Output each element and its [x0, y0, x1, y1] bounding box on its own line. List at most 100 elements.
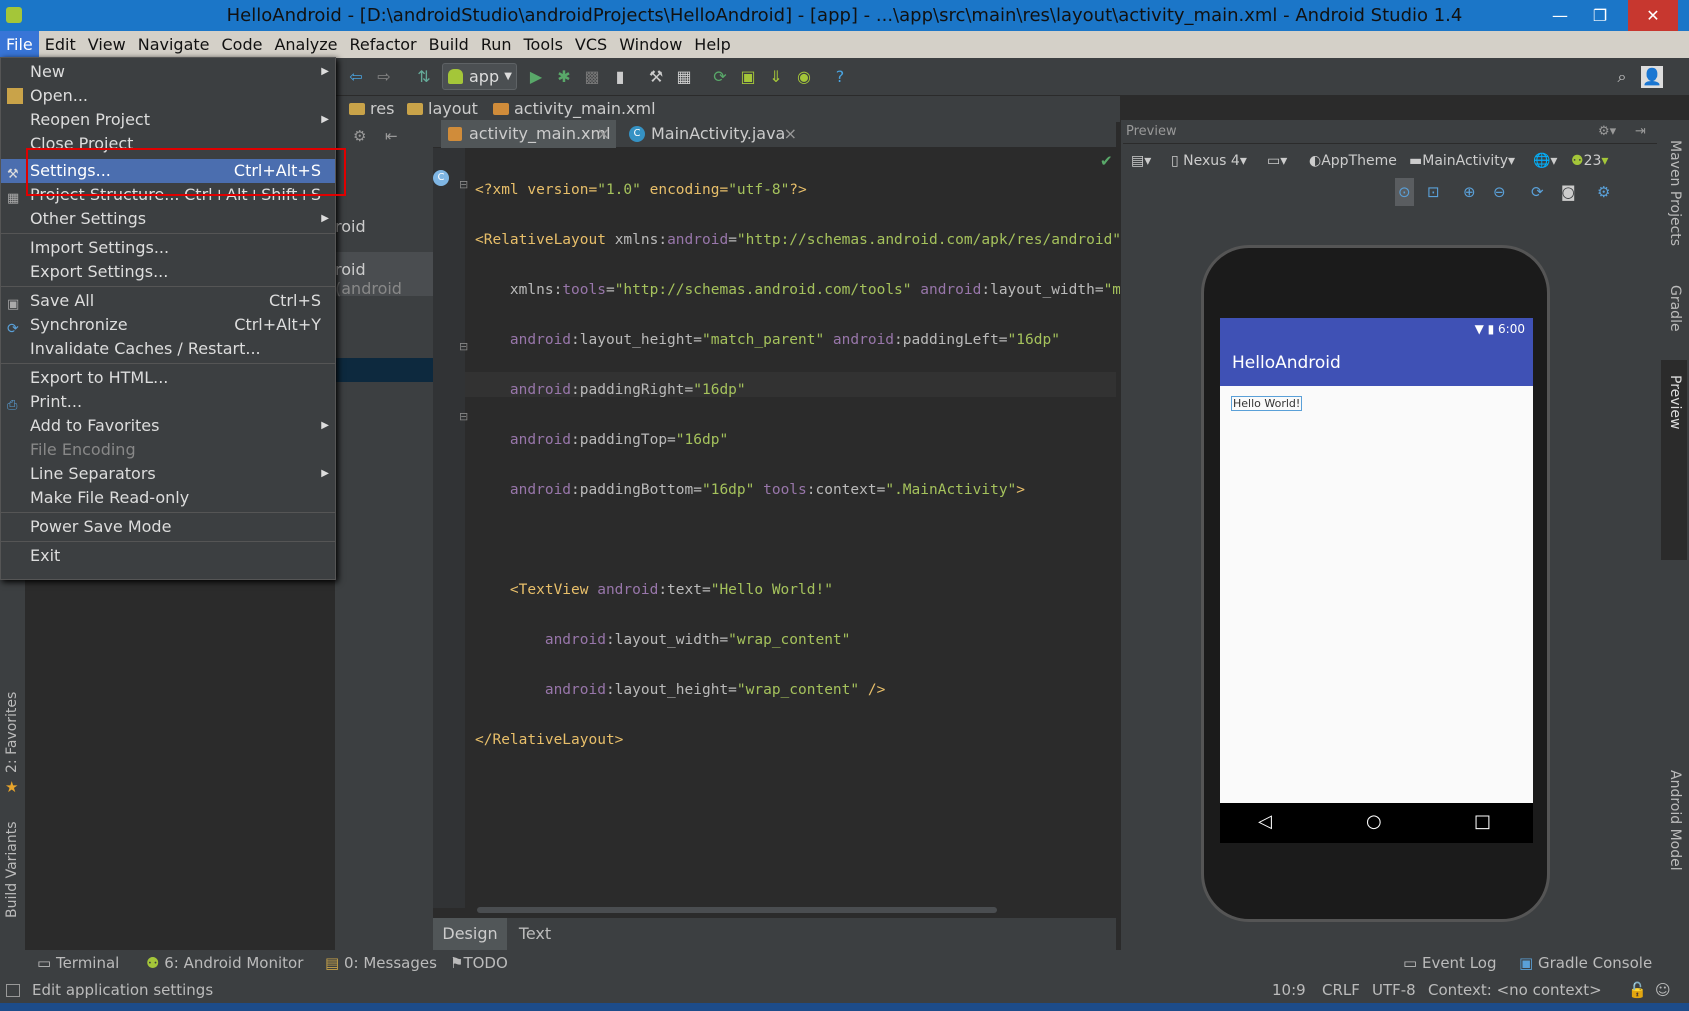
event-log-tool-button[interactable]: ▭ Event Log: [1403, 954, 1497, 972]
menu-item-print[interactable]: ⎙ Print...: [1, 390, 335, 414]
run-config-select[interactable]: app ▼: [442, 63, 517, 90]
project-tree-item-selected[interactable]: roid (android: [335, 252, 433, 298]
menu-item-export-html[interactable]: Export to HTML...: [1, 366, 335, 390]
hello-world-textview[interactable]: Hello World!: [1231, 396, 1303, 411]
design-surface-icon[interactable]: ▤▾: [1131, 146, 1151, 176]
menu-refactor[interactable]: Refactor: [344, 31, 423, 58]
menu-item-export-settings[interactable]: Export Settings...: [1, 260, 335, 284]
toggle-tool-windows-icon[interactable]: [6, 984, 20, 997]
avd-manager-icon[interactable]: ▣: [737, 66, 759, 88]
close-button[interactable]: ✕: [1628, 0, 1678, 31]
tab-activity-main[interactable]: activity_main.xml ×: [441, 120, 616, 148]
gradle-console-tool-button[interactable]: ▣ Gradle Console: [1519, 954, 1652, 972]
project-structure-icon[interactable]: ⚒: [645, 66, 667, 88]
zoom-in-icon[interactable]: ⊕: [1463, 178, 1476, 206]
menu-item-save-all[interactable]: ▣ Save All Ctrl+S: [1, 289, 335, 313]
settings-icon[interactable]: ⚙: [1597, 178, 1610, 206]
menu-item-open[interactable]: Open...: [1, 84, 335, 108]
fold-icon[interactable]: ⊟: [459, 410, 468, 423]
attach-debugger-icon[interactable]: ▩: [581, 66, 603, 88]
sync-gradle-icon[interactable]: ⟳: [709, 66, 731, 88]
locale-icon[interactable]: 🌐▾: [1533, 146, 1557, 176]
hide-icon[interactable]: ⇤: [385, 127, 398, 145]
menu-item-power-save-mode[interactable]: Power Save Mode: [1, 515, 335, 539]
menu-item-add-to-favorites[interactable]: Add to Favorites ▶: [1, 414, 335, 438]
menu-view[interactable]: View: [82, 31, 132, 58]
menu-item-make-read-only[interactable]: Make File Read-only: [1, 486, 335, 510]
class-gutter-icon[interactable]: C: [433, 170, 449, 186]
make-project-icon[interactable]: ⇅: [413, 66, 435, 88]
code-editor[interactable]: <?xml version="1.0" encoding="utf-8"?> <…: [475, 153, 1173, 778]
menu-analyze[interactable]: Analyze: [268, 31, 343, 58]
horizontal-scrollbar[interactable]: [477, 907, 997, 913]
back-icon[interactable]: ⇦: [345, 66, 367, 88]
orientation-icon[interactable]: ▭▾: [1267, 146, 1287, 176]
menu-item-synchronize[interactable]: ⟳ Synchronize Ctrl+Alt+Y: [1, 313, 335, 337]
zoom-out-icon[interactable]: ⊖: [1493, 178, 1506, 206]
user-icon[interactable]: 👤: [1641, 66, 1663, 88]
maven-projects-tool-button[interactable]: Maven Projects: [1667, 140, 1683, 246]
inspector-icon[interactable]: ☺: [1655, 978, 1671, 1003]
minimize-button[interactable]: —: [1540, 0, 1580, 31]
menu-edit[interactable]: Edit: [39, 31, 82, 58]
android-model-tool-button[interactable]: Android Model: [1667, 770, 1683, 871]
sdk-manager-icon[interactable]: ⇓: [765, 66, 787, 88]
menu-code[interactable]: Code: [216, 31, 269, 58]
tab-main-activity[interactable]: C MainActivity.java ×: [623, 120, 803, 148]
close-tab-icon[interactable]: ×: [784, 120, 797, 148]
menu-build[interactable]: Build: [423, 31, 475, 58]
menu-item-import-settings[interactable]: Import Settings...: [1, 236, 335, 260]
line-separator[interactable]: CRLF: [1322, 978, 1360, 1003]
breadcrumb-res[interactable]: res: [349, 96, 394, 122]
forward-icon[interactable]: ⇨: [373, 66, 395, 88]
theme-select[interactable]: ◐AppTheme: [1309, 146, 1397, 176]
gear-icon[interactable]: ⚙▾: [1598, 120, 1616, 144]
fold-icon[interactable]: ⊟: [459, 178, 468, 191]
favorites-tool-button[interactable]: 2: Favorites: [4, 692, 20, 773]
preview-tool-button[interactable]: Preview: [1667, 375, 1683, 430]
hide-panel-icon[interactable]: ⇥: [1635, 120, 1646, 144]
device-select[interactable]: ▯ Nexus 4▾: [1171, 146, 1247, 176]
breadcrumb-file[interactable]: activity_main.xml: [493, 96, 656, 122]
debug-icon[interactable]: ✱: [553, 66, 575, 88]
stop-icon[interactable]: ▮: [609, 66, 631, 88]
fold-icon[interactable]: ⊟: [459, 340, 468, 353]
menu-run[interactable]: Run: [475, 31, 518, 58]
zoom-actual-icon[interactable]: ⊡: [1427, 178, 1440, 206]
tab-design[interactable]: Design: [433, 918, 507, 950]
maximize-button[interactable]: ❐: [1580, 0, 1620, 31]
build-variants-tool-button[interactable]: Build Variants: [4, 821, 20, 918]
activity-select[interactable]: ▬MainActivity▾: [1409, 146, 1515, 176]
menu-vcs[interactable]: VCS: [569, 31, 613, 58]
search-icon[interactable]: ⌕: [1611, 66, 1633, 88]
menu-window[interactable]: Window: [613, 31, 688, 58]
gradle-tool-button[interactable]: Gradle: [1667, 285, 1683, 332]
android-device-monitor-icon[interactable]: ◉: [793, 66, 815, 88]
sdk-icon[interactable]: ▦: [673, 66, 695, 88]
menu-file[interactable]: File: [0, 31, 39, 58]
project-tree-item-focused[interactable]: [335, 358, 433, 382]
menu-item-new[interactable]: New ▶: [1, 60, 335, 84]
run-icon[interactable]: ▶: [525, 66, 547, 88]
gear-icon[interactable]: ⚙: [353, 127, 366, 145]
screenshot-icon[interactable]: ◙: [1561, 178, 1576, 206]
menu-item-other-settings[interactable]: Other Settings ▶: [1, 207, 335, 231]
messages-tool-button[interactable]: ▤ 0: Messages: [325, 954, 437, 972]
breadcrumb-layout[interactable]: layout: [407, 96, 478, 122]
project-tree-item[interactable]: roid: [335, 217, 366, 236]
menu-navigate[interactable]: Navigate: [132, 31, 216, 58]
close-tab-icon[interactable]: ×: [597, 120, 610, 148]
zoom-to-fit-icon[interactable]: ⊙: [1395, 178, 1414, 206]
caret-position[interactable]: 10:9: [1272, 978, 1306, 1003]
lock-icon[interactable]: 🔓: [1628, 978, 1647, 1003]
menu-item-invalidate-caches[interactable]: Invalidate Caches / Restart...: [1, 337, 335, 361]
menu-item-reopen-project[interactable]: Reopen Project ▶: [1, 108, 335, 132]
tab-text[interactable]: Text: [507, 918, 563, 950]
menu-item-line-separators[interactable]: Line Separators ▶: [1, 462, 335, 486]
menu-help[interactable]: Help: [688, 31, 736, 58]
help-icon[interactable]: ?: [829, 66, 851, 88]
android-monitor-tool-button[interactable]: ⚉ 6: Android Monitor: [146, 954, 303, 972]
menu-tools[interactable]: Tools: [518, 31, 569, 58]
menu-item-exit[interactable]: Exit: [1, 544, 335, 568]
file-encoding[interactable]: UTF-8: [1372, 978, 1416, 1003]
